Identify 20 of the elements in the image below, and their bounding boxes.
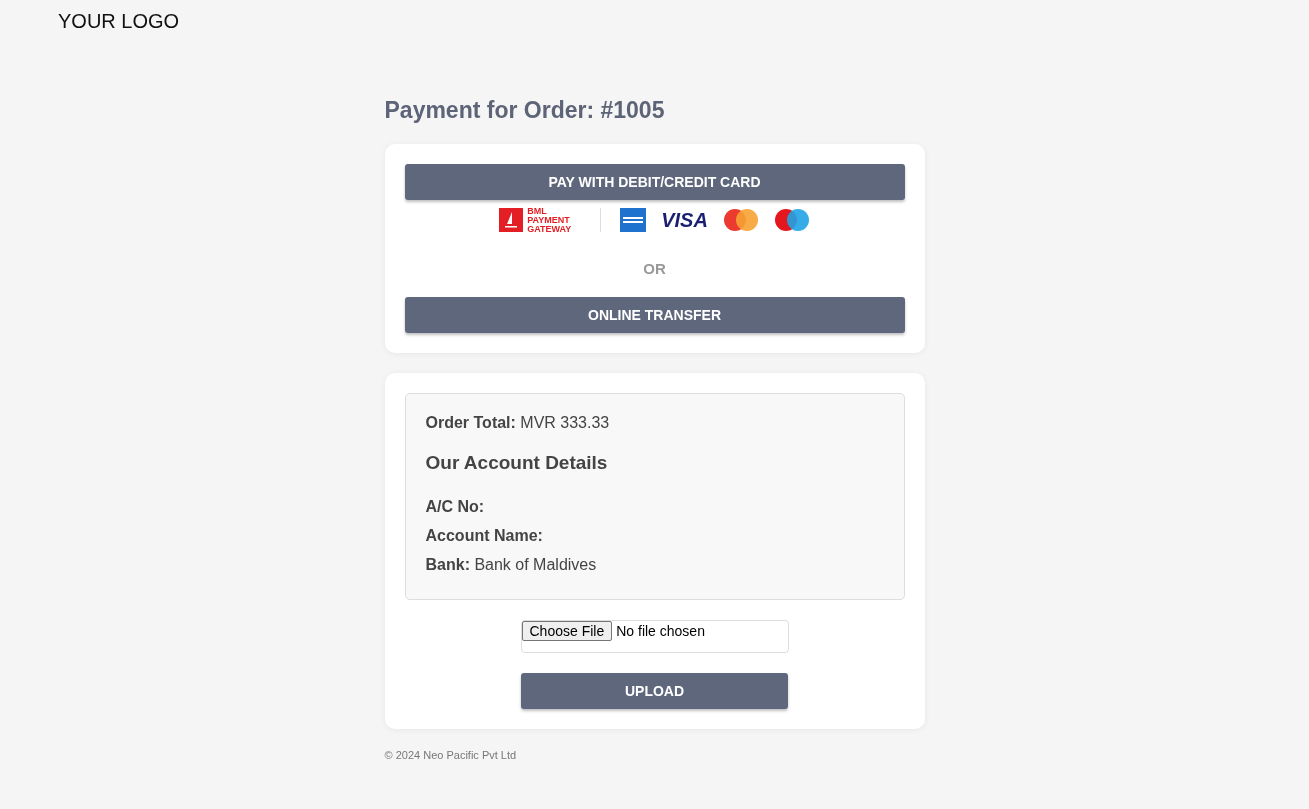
- gateway-logo: BML PAYMENT GATEWAY: [499, 206, 582, 234]
- logo-text: YOUR LOGO: [58, 10, 180, 33]
- page-title: Payment for Order: #1005: [384, 97, 666, 124]
- visa-logo: VISA: [661, 208, 708, 232]
- or-separator: OR: [643, 260, 666, 277]
- section-heading: Our Account Details: [425, 452, 609, 474]
- online-transfer-button[interactable]: ONLINE TRANSFER: [404, 297, 905, 333]
- upload-button[interactable]: UPLOAD: [521, 673, 788, 709]
- copyright-text: © 2024 Neo Pacific Pvt Ltd: [384, 749, 518, 761]
- file-status-text: No file chosen: [616, 622, 705, 639]
- account-detail-text: Account Name:: [425, 526, 544, 546]
- account-detail-text: Bank: Bank of Maldives: [425, 555, 598, 575]
- order-total-text: Order Total: MVR 333.33: [425, 413, 611, 433]
- amex-logo-icon: [620, 208, 647, 232]
- maestro-logo-icon: [773, 208, 810, 232]
- account-detail-text: A/C No:: [425, 497, 486, 517]
- card-payment-button[interactable]: PAY WITH DEBIT/CREDIT CARD: [404, 164, 905, 200]
- file-upload-field[interactable]: Choose File No file chosen: [520, 620, 789, 653]
- mastercard-logo-icon: [722, 208, 759, 232]
- choose-file-button[interactable]: Choose File: [521, 621, 613, 641]
